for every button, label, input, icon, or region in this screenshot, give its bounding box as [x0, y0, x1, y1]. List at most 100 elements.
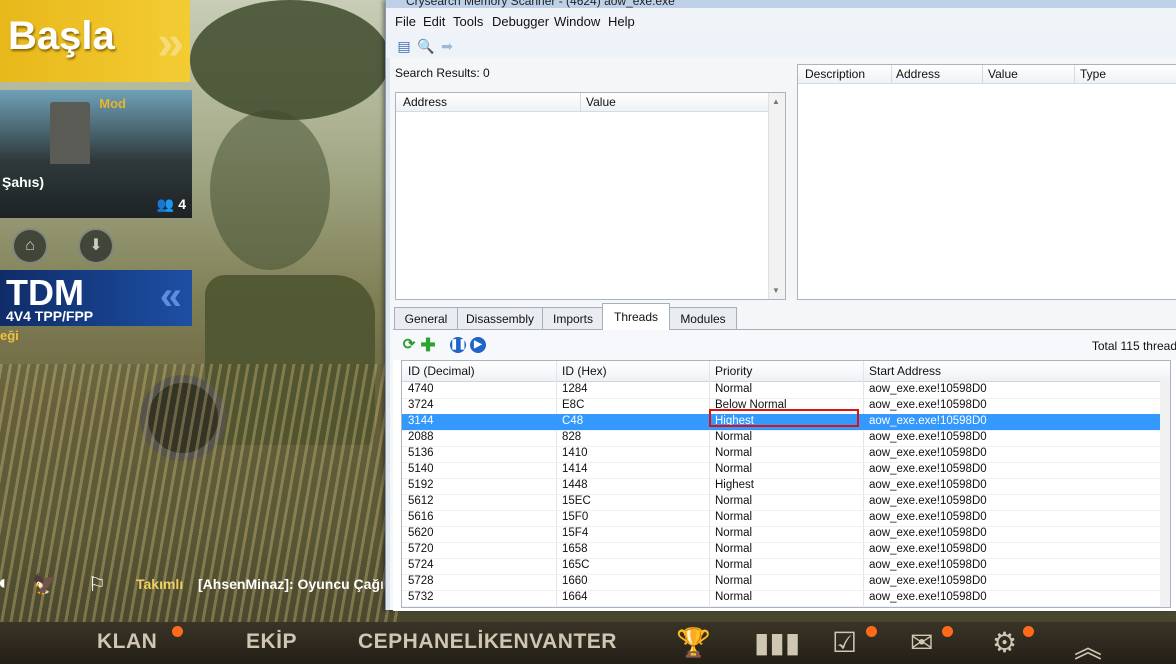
pause-icon[interactable]: ❚❚	[450, 337, 467, 353]
start-button[interactable]: Başla »	[0, 0, 190, 82]
menu-window[interactable]: Window	[554, 14, 600, 29]
nav-team[interactable]: EKİP	[246, 630, 297, 654]
threads-table[interactable]: ID (Decimal) ID (Hex) Priority Start Add…	[401, 360, 1171, 608]
refresh-icon[interactable]: ⟳	[401, 337, 417, 353]
mail-icon[interactable]: ✉	[910, 626, 933, 659]
table-row[interactable]: 5136 1410 Normal aow_exe.exe!10598D0	[402, 446, 1170, 463]
eagle-icon[interactable]: 🦅	[32, 572, 57, 597]
col-type[interactable]: Type	[1080, 67, 1106, 81]
tab-imports[interactable]: Imports	[542, 307, 604, 330]
menu-file[interactable]: File	[395, 14, 416, 29]
cell-priority: Normal	[715, 543, 753, 555]
table-row[interactable]: 5140 1414 Normal aow_exe.exe!10598D0	[402, 462, 1170, 479]
nav-inventory[interactable]: ENVANTER	[499, 630, 617, 654]
tab-threads[interactable]: Threads	[602, 303, 670, 330]
column-divider	[580, 93, 581, 111]
chat-bar[interactable]: ◖ 🦅 ⚐ Takımlı [AhsenMinaz]: Oyuncu Çağır…	[0, 566, 410, 602]
table-row[interactable]: 5616 15F0 Normal aow_exe.exe!10598D0	[402, 510, 1170, 527]
player-count: 👥 4	[157, 196, 186, 213]
cell-hex: 1658	[562, 543, 588, 555]
vertical-scrollbar[interactable]: ▲ ▼	[768, 93, 785, 299]
play-icon[interactable]: ▶	[470, 337, 486, 353]
nav-armory[interactable]: CEPHANELİK	[358, 630, 500, 654]
cell-priority: Normal	[715, 575, 753, 587]
cell-start: aow_exe.exe!10598D0	[869, 431, 987, 443]
results-header: Address Value	[396, 93, 769, 112]
tab-disassembly[interactable]: Disassembly	[457, 307, 543, 330]
threads-header: ID (Decimal) ID (Hex) Priority Start Add…	[402, 361, 1170, 382]
cell-hex: 15F4	[562, 527, 589, 539]
search-results-list[interactable]: Address Value ▲ ▼	[395, 92, 786, 300]
table-row[interactable]: 5192 1448 Highest aow_exe.exe!10598D0	[402, 478, 1170, 495]
mode-label: Mod	[99, 96, 126, 111]
search-results-label: Search Results: 0	[395, 66, 490, 80]
table-row[interactable]: 2088 828 Normal aow_exe.exe!10598D0	[402, 430, 1170, 447]
table-row[interactable]: 5728 1660 Normal aow_exe.exe!10598D0	[402, 574, 1170, 591]
add-icon[interactable]: ✚	[420, 336, 436, 354]
cell-start: aow_exe.exe!10598D0	[869, 559, 987, 571]
cell-hex: 1410	[562, 447, 588, 459]
tab-general[interactable]: General	[394, 307, 458, 330]
main-toolbar: ▤ 🔍 ➡	[386, 34, 1176, 58]
cell-priority: Normal	[715, 559, 753, 571]
search-icon[interactable]: 🔍	[417, 38, 434, 54]
nav-clan[interactable]: KLAN	[97, 630, 157, 654]
cell-priority: Normal	[715, 511, 753, 523]
cell-dec: 5612	[408, 495, 434, 507]
menu-edit[interactable]: Edit	[423, 14, 445, 29]
mic-icon[interactable]: ◖	[0, 572, 8, 595]
flag-icon[interactable]: ⚐	[88, 572, 106, 597]
list-icon[interactable]: ▤	[396, 38, 412, 54]
col-value[interactable]: Value	[988, 67, 1018, 81]
settings-icon[interactable]: ⚙	[992, 626, 1017, 659]
highlight-box	[709, 409, 859, 427]
cell-priority: Normal	[715, 527, 753, 539]
col-id-decimal[interactable]: ID (Decimal)	[408, 364, 475, 378]
address-table[interactable]: Description Address Value Type	[797, 64, 1176, 300]
cell-priority: Normal	[715, 495, 753, 507]
cell-dec: 5732	[408, 591, 434, 603]
table-row[interactable]: 5720 1658 Normal aow_exe.exe!10598D0	[402, 542, 1170, 559]
cell-priority: Highest	[715, 479, 754, 491]
table-row[interactable]: 5732 1664 Normal aow_exe.exe!10598D0	[402, 590, 1170, 607]
col-id-hex[interactable]: ID (Hex)	[562, 364, 607, 378]
table-row[interactable]: 5724 165C Normal aow_exe.exe!10598D0	[402, 558, 1170, 575]
cell-hex: 1448	[562, 479, 588, 491]
table-row[interactable]: 5612 15EC Normal aow_exe.exe!10598D0	[402, 494, 1170, 511]
col-value[interactable]: Value	[586, 95, 616, 109]
cell-dec: 5620	[408, 527, 434, 539]
menu-help[interactable]: Help	[608, 14, 635, 29]
cell-hex: 165C	[562, 559, 590, 571]
chevron-up-icon[interactable]: ︽	[1074, 626, 1102, 664]
col-priority[interactable]: Priority	[715, 364, 752, 378]
menu-debugger[interactable]: Debugger	[492, 14, 549, 29]
cell-dec: 5728	[408, 575, 434, 587]
forward-arrow-icon[interactable]: ➡	[439, 38, 455, 54]
table-row[interactable]: 4740 1284 Normal aow_exe.exe!10598D0	[402, 382, 1170, 399]
menu-tools[interactable]: Tools	[453, 14, 483, 29]
tasks-icon[interactable]: ☑	[832, 626, 857, 659]
col-address[interactable]: Address	[403, 95, 447, 109]
chevron-left-icon: «	[159, 274, 182, 318]
chat-message: [AhsenMinaz]: Oyuncu Çağırma	[198, 576, 410, 592]
map-select-card[interactable]: Mod Şahıs) 👥 4	[0, 90, 192, 218]
notification-dot	[942, 626, 953, 637]
mode-card[interactable]: TDM 4V4 TPP/FPP «	[0, 270, 192, 326]
trophy-icon[interactable]: 🏆	[676, 626, 711, 659]
scroll-down-icon[interactable]: ▼	[772, 286, 780, 295]
scroll-up-icon[interactable]: ▲	[772, 97, 780, 106]
tab-modules[interactable]: Modules	[669, 307, 737, 330]
table-row[interactable]: 5620 15F4 Normal aow_exe.exe!10598D0	[402, 526, 1170, 543]
cell-hex: 1284	[562, 383, 588, 395]
home-icon[interactable]: ⌂	[12, 228, 48, 264]
vertical-scrollbar[interactable]	[1160, 381, 1170, 607]
col-start-address[interactable]: Start Address	[869, 364, 941, 378]
cell-start: aow_exe.exe!10598D0	[869, 575, 987, 587]
col-description[interactable]: Description	[805, 67, 865, 81]
cell-dec: 4740	[408, 383, 434, 395]
download-icon[interactable]: ⬇	[78, 228, 114, 264]
title-bar[interactable]: Crysearch Memory Scanner - (4624) aow_ex…	[386, 0, 1176, 8]
cell-dec: 3144	[408, 415, 434, 427]
col-address[interactable]: Address	[896, 67, 940, 81]
stats-icon[interactable]: ▮▮▮	[754, 626, 800, 659]
